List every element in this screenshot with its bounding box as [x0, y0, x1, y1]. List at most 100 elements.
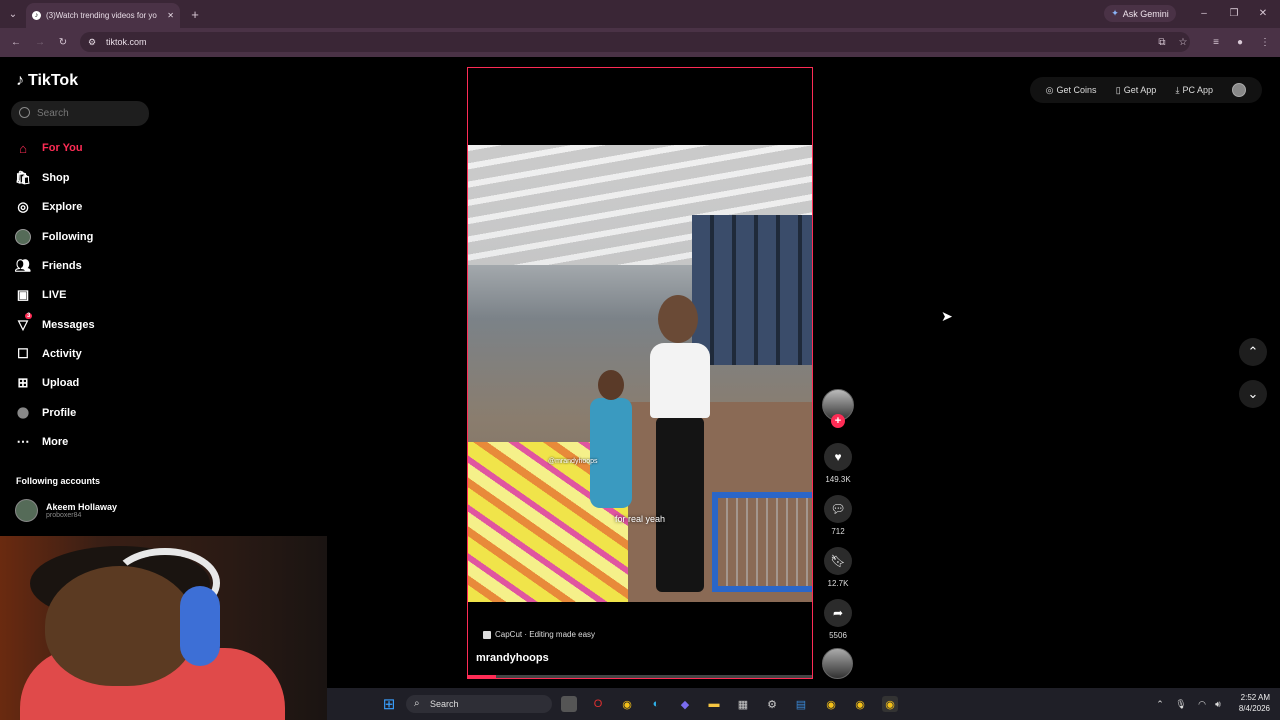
follow-plus-icon[interactable]: +	[831, 414, 845, 428]
share-arrow-icon[interactable]: ➦	[824, 599, 852, 627]
sidebar-item-following[interactable]: Following	[15, 226, 155, 248]
save-action[interactable]: 🔖︎ 12.7K	[822, 547, 854, 588]
sidebar-item-label: More	[42, 436, 69, 448]
search-placeholder: Search	[37, 108, 69, 119]
file-explorer-icon[interactable]: ▬	[706, 696, 722, 712]
profile-icon[interactable]: ●	[1233, 35, 1247, 49]
account-name: Akeem Hollaway	[46, 502, 118, 512]
get-app-button[interactable]: ▯ Get App	[1116, 85, 1156, 96]
close-window-icon[interactable]: ✕	[1256, 7, 1270, 19]
comment-count: 712	[831, 527, 845, 536]
pc-app-button[interactable]: ⤓ PC App	[1176, 85, 1214, 96]
video-progress-bar[interactable]	[468, 675, 812, 678]
new-tab-icon[interactable]: +	[188, 7, 202, 22]
music-disc-avatar[interactable]	[822, 648, 853, 679]
profile-avatar-icon	[17, 407, 29, 419]
opera-icon[interactable]: O	[590, 696, 606, 712]
windows-start-icon[interactable]: ⊞	[381, 696, 397, 713]
task-view-icon[interactable]	[561, 696, 577, 712]
sidebar-item-explore[interactable]: ◎ Explore	[15, 196, 155, 218]
share-count: 5506	[829, 631, 847, 640]
following-account-item[interactable]: Akeem Hollaway proboxer84	[15, 499, 117, 522]
comment-icon[interactable]: 💬︎	[824, 495, 852, 523]
site-info-icon[interactable]: ⚙	[88, 37, 96, 48]
tray-chevron-icon[interactable]: ⌃	[1152, 696, 1168, 712]
upload-icon: ⊞	[17, 375, 29, 390]
bookmark-star-icon[interactable]: ☆	[1176, 35, 1190, 49]
heart-icon[interactable]: ♥	[824, 443, 852, 471]
reload-icon[interactable]: ↻	[56, 35, 70, 49]
previous-video-button[interactable]: ⌃	[1239, 338, 1267, 366]
next-video-button[interactable]: ⌄	[1239, 380, 1267, 408]
clock-date: 8/4/2026	[1238, 704, 1270, 713]
sidebar-item-friends[interactable]: 👥︎ Friends	[15, 255, 155, 277]
tab-list-icon[interactable]: ⌄	[6, 8, 20, 20]
sidebar-item-shop[interactable]: 🛍︎ Shop	[15, 167, 155, 189]
mouse-cursor-icon: ➤	[941, 308, 953, 324]
sidebar-item-label: Following	[42, 231, 94, 243]
sidebar-item-activity[interactable]: ☐ Activity	[15, 343, 155, 365]
account-handle: proboxer84	[46, 512, 82, 519]
taskbar-search[interactable]: ⌕ Search	[406, 695, 552, 713]
copilot-icon[interactable]: ◆	[677, 696, 693, 712]
tiktok-logo[interactable]: ♪ TikTok	[16, 72, 78, 90]
chrome-icon[interactable]: ◉	[619, 696, 635, 712]
sidebar-item-label: For You	[42, 142, 83, 154]
logo-text: TikTok	[28, 72, 79, 89]
minimize-icon[interactable]: –	[1197, 7, 1211, 19]
settings-icon[interactable]: ⚙	[764, 696, 780, 712]
like-action[interactable]: ♥ 149.3K	[822, 443, 854, 484]
volume-icon[interactable]: 🔊︎	[1210, 696, 1226, 712]
chrome-profile-icon[interactable]: ◉	[823, 696, 839, 712]
video-frame: @mrandyhoops	[468, 145, 812, 602]
video-username[interactable]: mrandyhoops	[476, 652, 549, 664]
capcut-anchor[interactable]: CapCut · Editing made easy	[483, 630, 595, 639]
avatar	[15, 499, 38, 522]
share-action[interactable]: ➦ 5506	[822, 599, 854, 640]
sidebar-item-upload[interactable]: ⊞ Upload	[15, 372, 155, 394]
sidebar-item-label: Shop	[42, 172, 70, 184]
chrome-active-icon[interactable]: ◉	[882, 696, 898, 712]
close-tab-icon[interactable]: ✕	[167, 11, 174, 20]
bookmark-icon[interactable]: 🔖︎	[824, 547, 852, 575]
video-watermark: @mrandyhoops	[548, 458, 598, 465]
edge-icon[interactable]: ◐	[648, 696, 664, 712]
video-player[interactable]: @mrandyhoops for real yeah CapCut · Edit…	[467, 67, 813, 679]
chrome-profile-2-icon[interactable]: ◉	[852, 696, 868, 712]
ask-gemini-button[interactable]: ✦ Ask Gemini	[1104, 5, 1176, 22]
search-input[interactable]: Search	[11, 101, 149, 126]
search-icon	[19, 107, 30, 118]
sidebar-item-for-you[interactable]: ⌂ For You	[15, 137, 155, 159]
taskbar-search-label: Search	[430, 699, 459, 709]
user-avatar[interactable]	[1232, 83, 1247, 97]
menu-kebab-icon[interactable]: ⋮	[1258, 35, 1272, 49]
back-icon[interactable]: ←	[9, 35, 23, 49]
store-icon[interactable]: ▦	[735, 696, 751, 712]
sidebar-item-profile[interactable]: Profile	[15, 402, 155, 424]
sidebar-item-label: Profile	[42, 407, 77, 419]
get-coins-button[interactable]: ◎ Get Coins	[1046, 85, 1097, 96]
browser-tab[interactable]: ♪ (3)Watch trending videos for yo ✕	[26, 3, 180, 28]
wifi-icon[interactable]: ◠	[1194, 696, 1210, 712]
sidebar-item-label: Messages	[42, 319, 95, 331]
sidebar-item-live[interactable]: ▣ LIVE	[15, 284, 155, 306]
sidebar-item-more[interactable]: ⋯ More	[15, 431, 155, 453]
video-caption-overlay: for real yeah	[614, 514, 666, 524]
sidebar-item-label: LIVE	[42, 289, 67, 301]
install-app-icon[interactable]: ⧉	[1155, 35, 1169, 49]
system-clock[interactable]: 2:52 AM 8/4/2026	[1226, 692, 1270, 714]
restore-icon[interactable]: ❐	[1227, 7, 1241, 19]
activity-icon: ☐	[17, 346, 29, 361]
media-control-icon[interactable]: ≡	[1209, 35, 1223, 49]
chevron-down-icon: ⌄	[1247, 386, 1259, 401]
sidebar-item-messages[interactable]: ▽ 3 Messages	[15, 313, 155, 336]
phone-icon: ▯	[1115, 84, 1121, 95]
shop-icon: 🛍︎	[14, 170, 32, 185]
app-icon[interactable]: ▤	[793, 696, 809, 712]
forward-icon[interactable]: →	[33, 35, 47, 49]
microphone-icon[interactable]: 🎙︎	[1173, 696, 1189, 712]
url-field[interactable]: ⚙ tiktok.com	[80, 32, 1190, 52]
friends-icon: 👥︎	[14, 258, 32, 273]
comment-action[interactable]: 💬︎ 712	[822, 495, 854, 536]
get-coins-label: Get Coins	[1056, 85, 1097, 95]
